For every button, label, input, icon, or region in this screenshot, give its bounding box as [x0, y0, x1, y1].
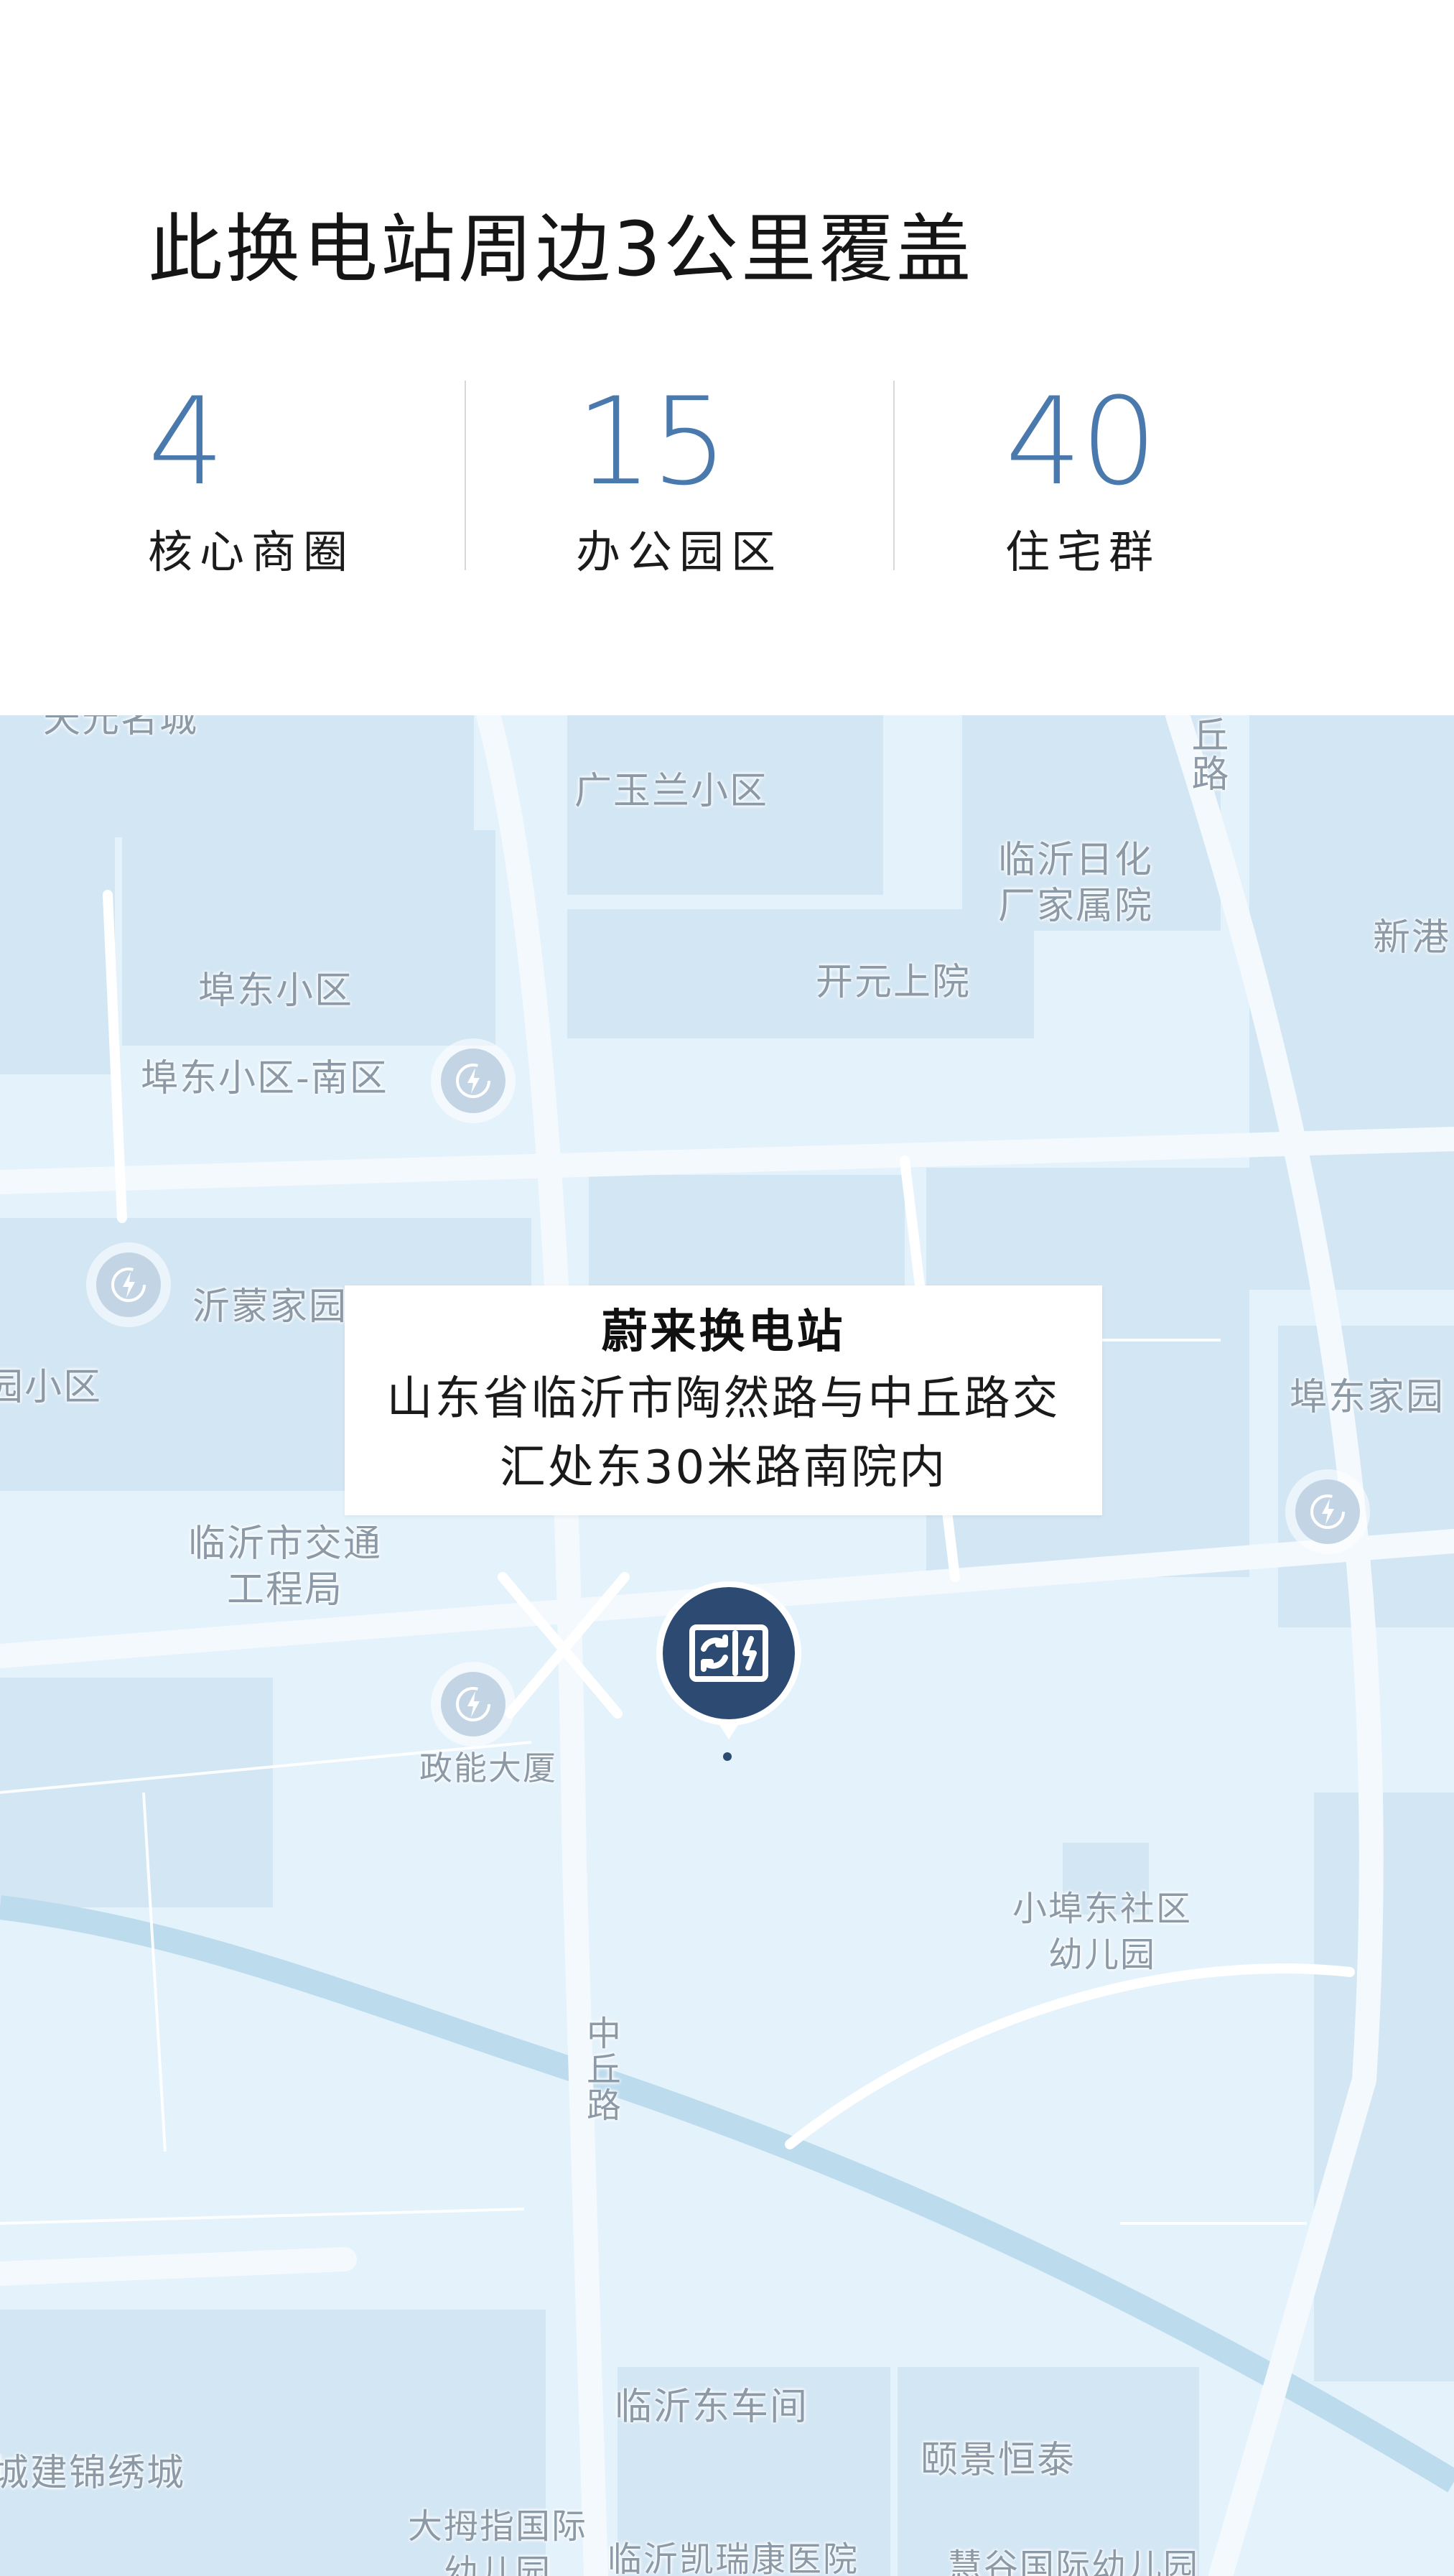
map-label: 政能大厦	[419, 1749, 557, 1787]
charge-point-marker[interactable]	[431, 1038, 516, 1123]
lightning-charge-icon	[456, 1064, 490, 1098]
stat-value: 4	[148, 371, 225, 512]
map-label: 园小区	[0, 1366, 103, 1409]
stat-residential: 40 住宅群	[1005, 373, 1160, 580]
map-label: 中丘路	[580, 2015, 620, 2123]
station-name: 蔚来换电站	[601, 1306, 846, 1359]
swap-station-marker[interactable]	[651, 1577, 807, 1764]
stat-business-districts: 4 核心商圈	[148, 373, 355, 580]
lightning-charge-icon	[456, 1687, 490, 1721]
map-label: 埠东小区	[198, 970, 354, 1013]
map-label: 临沂市交通 工程局	[188, 1522, 383, 1612]
map-label: 临沂凯瑞康医院	[607, 2539, 859, 2576]
map-label: 新港	[1373, 916, 1451, 959]
stat-office-parks: 15 办公园区	[576, 373, 783, 580]
map-label: 慧谷国际幼儿园	[948, 2547, 1200, 2576]
map-label: 开元上院	[816, 961, 971, 1004]
map-label: 天元名城	[43, 715, 199, 741]
stat-label: 办公园区	[576, 526, 783, 578]
stat-label: 住宅群	[1005, 526, 1161, 578]
map-label: 埠东家园	[1290, 1376, 1445, 1419]
lightning-charge-icon	[1310, 1494, 1345, 1529]
station-location-dot	[723, 1752, 732, 1761]
map-label: 临沂日化 厂家属院	[998, 839, 1154, 928]
map-label: 颐景恒泰	[921, 2439, 1076, 2482]
stat-value: 15	[576, 371, 728, 512]
map-label: 城建锦绣城	[0, 2452, 186, 2495]
map-label: 沂蒙家园	[192, 1285, 348, 1329]
map-label: 临沂东车间	[615, 2386, 809, 2429]
station-address: 山东省临沂市陶然路与中丘路交汇处东30米路南院内	[386, 1372, 1061, 1494]
coverage-header: 此换电站周边3公里覆盖 4 核心商圈 15 办公园区 40 住宅群	[0, 0, 1454, 715]
stat-divider	[465, 381, 466, 570]
map-label: 小埠东社区 幼儿园	[1012, 1889, 1193, 1975]
stat-label: 核心商圈	[148, 526, 355, 578]
page-title: 此换电站周边3公里覆盖	[148, 205, 974, 293]
map-label: 埠东小区-南区	[141, 1057, 388, 1100]
map-label: 丘路	[1185, 715, 1228, 793]
stat-value: 40	[1005, 371, 1157, 512]
charge-point-marker[interactable]	[1285, 1469, 1370, 1554]
map-label: 大拇指国际 幼儿园	[408, 2506, 588, 2576]
station-info-callout[interactable]: 蔚来换电站 山东省临沂市陶然路与中丘路交汇处东30米路南院内	[345, 1285, 1102, 1515]
map-label: 广玉兰小区	[574, 770, 769, 813]
charge-point-marker[interactable]	[431, 1662, 516, 1747]
lightning-charge-icon	[111, 1268, 146, 1302]
charge-point-marker[interactable]	[86, 1242, 171, 1327]
stat-divider	[893, 381, 895, 570]
